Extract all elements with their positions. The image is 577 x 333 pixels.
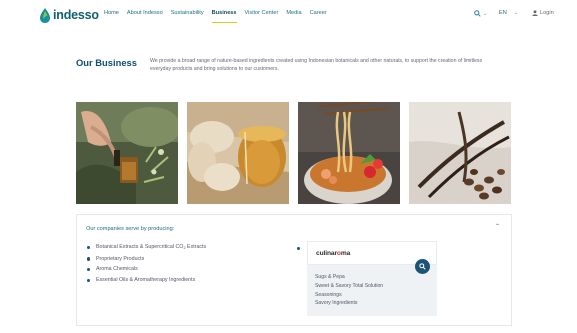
brand-product-list: Sugs & Pepa Sweet & Savory Total Solutio… [315, 273, 383, 308]
list-item: Botanical Extracts & Supercritical CO2 E… [86, 242, 206, 254]
photo-noodle-bowl [298, 102, 400, 204]
leaf-drop-icon [40, 7, 50, 23]
nav-visitor-center[interactable]: Visitor Center [245, 10, 279, 19]
language-selector[interactable]: EN ⌄ [499, 10, 518, 16]
product-list: Botanical Extracts & Supercritical CO2 E… [86, 242, 206, 286]
photo-ginger-honey [187, 102, 289, 204]
list-item: Proprietary Products [86, 254, 206, 265]
list-item: Savory Ingredients [315, 300, 358, 307]
chevron-down-icon: ⌄ [483, 10, 488, 17]
brand-search-button[interactable] [415, 259, 430, 274]
intro-paragraph: We provide a broad range of nature-based… [150, 58, 483, 73]
list-item: Aroma Chemicals [86, 264, 206, 275]
chevron-up-icon[interactable]: ⌃ [495, 223, 500, 230]
search-icon [419, 263, 426, 270]
language-label: EN [499, 10, 507, 16]
list-item: Sugs & Pepa [315, 274, 345, 280]
list-item: Seasonings [315, 291, 342, 298]
logo-text: indesso [53, 8, 99, 22]
search-toggle[interactable]: ⌄ [474, 10, 487, 17]
indesso-logo[interactable]: indesso [40, 6, 99, 24]
login-label: Login [540, 10, 554, 16]
culinaroma-logo: culinaroma [316, 250, 351, 257]
brand-card-culinaroma[interactable]: culinaroma Sugs & Pepa Sweet & Savory To… [307, 241, 437, 316]
companies-title: Our companies serve by producing: [86, 226, 175, 232]
nav-about[interactable]: About Indesso [127, 10, 163, 19]
page-title: Our Business [76, 57, 137, 68]
list-item: Sweet & Savory Total Solution [315, 282, 384, 289]
nav-home[interactable]: Home [104, 10, 119, 19]
nav-business[interactable]: Business [211, 10, 237, 23]
photo-botanical-dropper [76, 102, 178, 204]
list-item: Essential Oils & Aromatherapy Ingredient… [86, 275, 206, 286]
site-header: indesso Home About Indesso Sustainabilit… [0, 0, 577, 30]
login-link[interactable]: Login [532, 10, 554, 16]
nav-sustainability[interactable]: Sustainability [171, 10, 204, 19]
companies-card: Our companies serve by producing: ⌃ Bota… [76, 214, 512, 326]
nav-media[interactable]: Media [286, 10, 301, 19]
main-nav: Home About Indesso Sustainability Busine… [104, 10, 327, 23]
chevron-down-icon: ⌄ [513, 10, 518, 16]
photo-vanilla-coffee [409, 102, 511, 204]
bullet-dot [297, 247, 301, 251]
user-icon [532, 10, 538, 16]
nav-career[interactable]: Career [310, 10, 327, 19]
search-icon [474, 10, 481, 17]
